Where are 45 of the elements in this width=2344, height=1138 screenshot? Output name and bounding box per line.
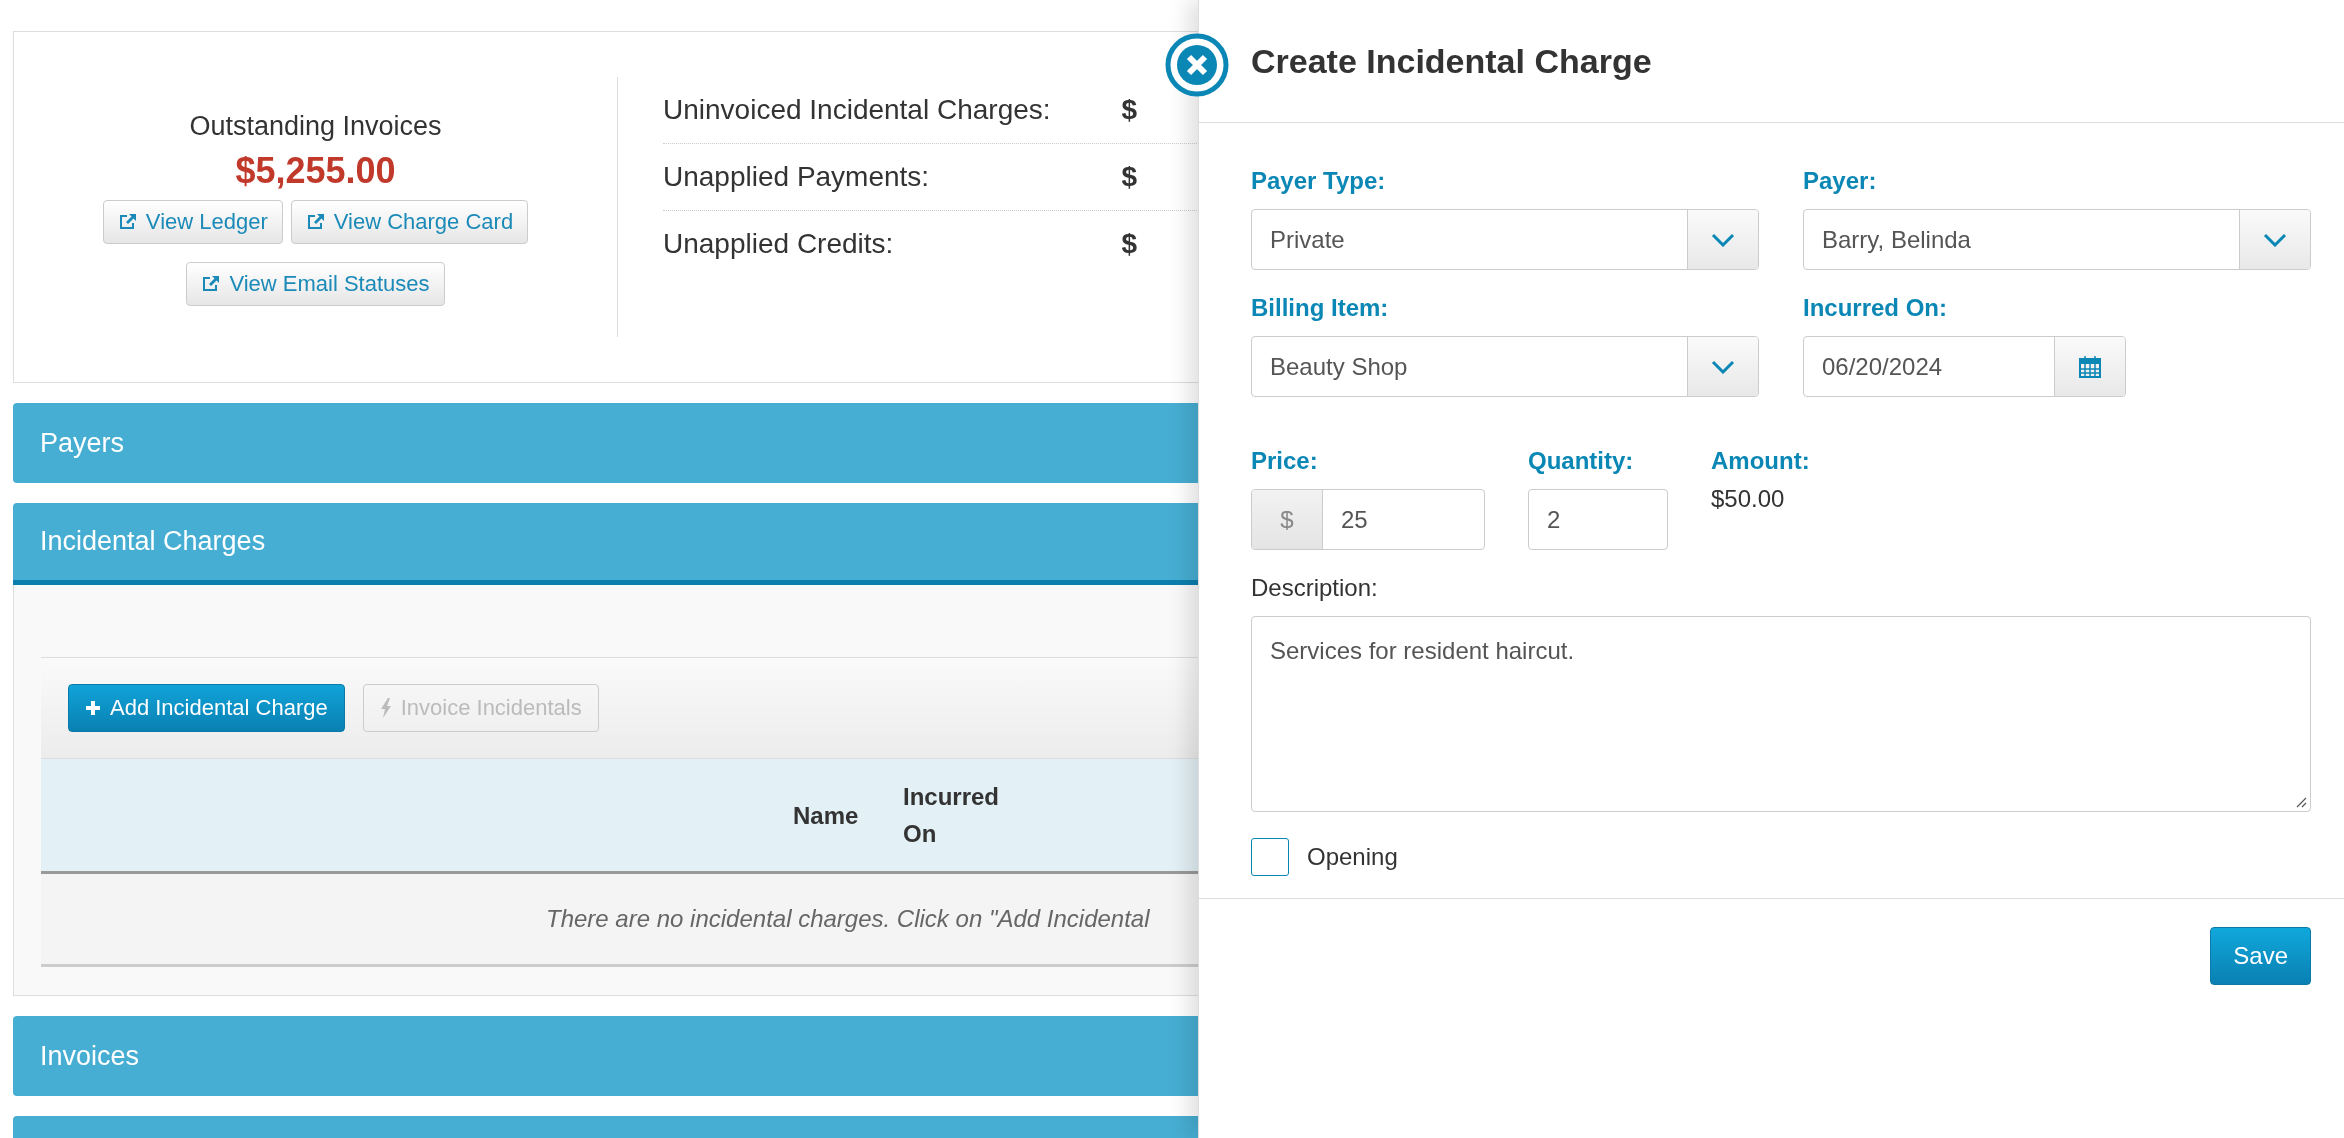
resize-handle-icon [2295,796,2307,808]
quantity-field[interactable]: 2 [1528,489,1668,550]
field-label: Payer: [1803,167,1878,195]
balance-label: Uninvoiced Incidental Charges: [663,94,1051,126]
external-link-icon [305,211,326,232]
close-icon[interactable] [1165,33,1229,97]
balance-value: $ [1121,228,1137,260]
summary-label: Outstanding Invoices [189,110,442,142]
field-label: Billing Item: [1251,294,1390,322]
field-label: Incurred On: [1803,294,1948,322]
plus-icon [85,700,101,716]
section-title: Payers [40,427,125,459]
balance-label: Unapplied Credits: [663,228,894,260]
section-title: Incidental Charges [40,526,266,557]
dropdown[interactable]: Beauty Shop [1251,336,1759,397]
field-label: Quantity: [1528,447,1635,475]
external-link-icon [201,273,222,294]
outstanding-amount: $5,255.00 [235,149,396,192]
section-title: Invoices [40,1040,140,1072]
toolbar-button[interactable]: Add Incidental Charge [68,684,345,732]
description-field[interactable]: Services for resident haircut. [1251,616,2311,812]
field-label: Description: [1251,574,1379,602]
chevron-down-icon [2263,232,2287,247]
view-button[interactable]: View Email Statuses [186,261,445,306]
balance-value: $ [1121,161,1137,193]
drawer-title: Create Incidental Charge [1251,41,1652,81]
column-header[interactable]: Incurred On [903,778,1013,852]
lightning-icon [379,698,392,718]
external-link-icon [117,211,138,232]
amount-value: $50.00 [1711,485,1786,513]
checkbox[interactable] [1251,838,1289,876]
column-header[interactable]: Name [793,796,903,834]
field-label: Price: [1251,447,1319,475]
chevron-down-icon [1711,359,1735,374]
field-label: Amount: [1711,447,1810,475]
checkbox-label: Opening [1307,843,1398,871]
field-label: Payer Type: [1251,167,1387,195]
balance-value: $ [1121,94,1137,126]
balance-label: Unapplied Payments: [663,161,930,193]
view-button[interactable]: View Ledger [102,199,283,244]
save-button[interactable]: Save [2210,927,2311,985]
dropdown[interactable]: Private [1251,209,1759,270]
empty-message: There are no incidental charges. Click on "Add Incidental [546,905,1150,933]
dropdown[interactable]: Barry, Belinda [1803,209,2311,270]
chevron-down-icon [1711,232,1735,247]
